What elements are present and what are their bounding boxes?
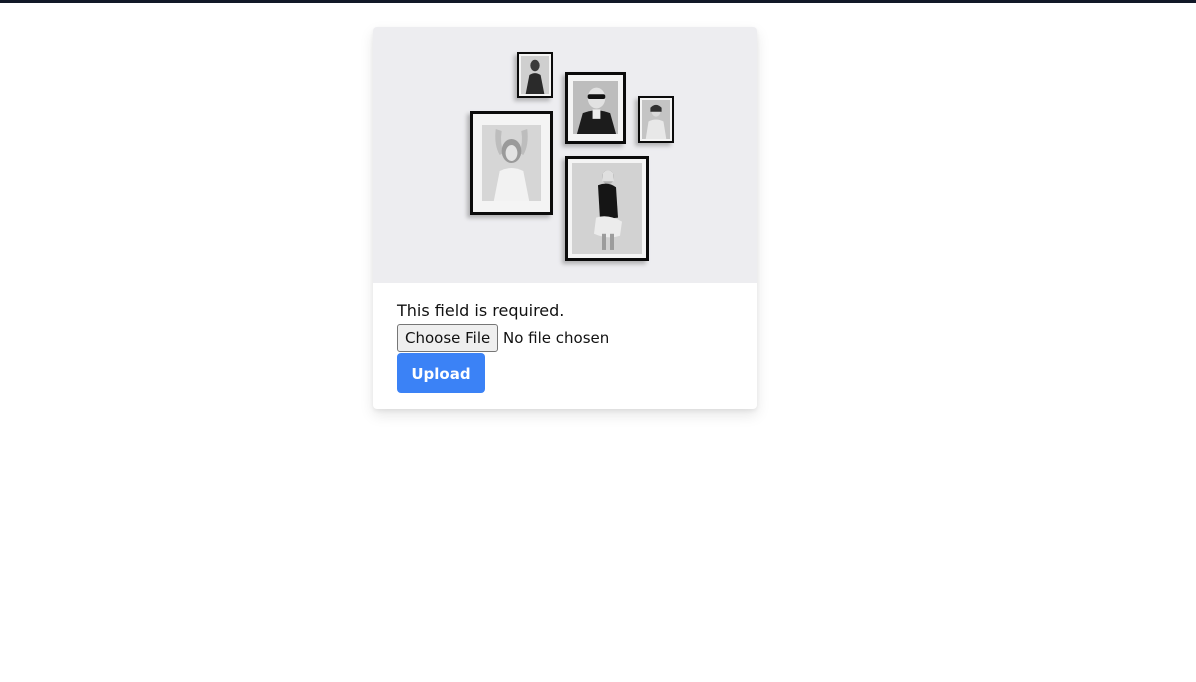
required-error-message: This field is required. [397,301,565,320]
photo-frame-large-bottom [565,156,649,261]
gallery-wall-illustration [373,27,757,283]
upload-button[interactable]: Upload [397,353,485,393]
file-status-text: No file chosen [503,329,610,347]
top-border-bar [0,0,1196,3]
file-input[interactable]: Choose File No file chosen [397,324,697,352]
photo-frame-large-left [470,111,553,215]
choose-file-button[interactable]: Choose File [397,324,499,352]
photo-frame-small-top [517,52,553,98]
photo-frame-sunglasses [565,72,626,144]
upload-card: This field is required. Choose File No f… [373,27,757,409]
photo-frame-small-right [638,96,674,143]
